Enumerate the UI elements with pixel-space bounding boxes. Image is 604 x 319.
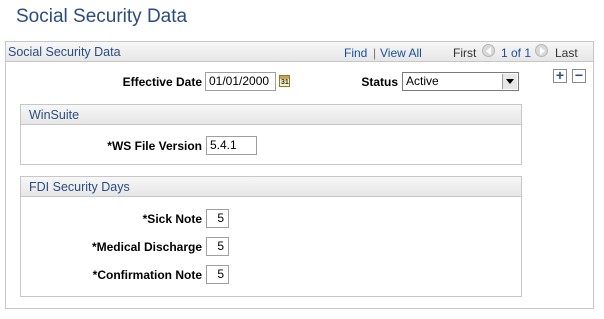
previous-row-icon[interactable]: [482, 44, 495, 57]
delete-row-button[interactable]: −: [572, 68, 586, 83]
medical-discharge-label: *Medical Discharge: [91, 240, 202, 254]
add-row-button[interactable]: +: [553, 68, 567, 83]
status-select[interactable]: Active: [402, 72, 519, 91]
calendar-icon[interactable]: 31: [279, 75, 290, 87]
nav-separator: |: [373, 46, 377, 60]
winsuite-header: WinSuite: [21, 105, 521, 125]
ws-file-version-input[interactable]: 5.4.1: [206, 136, 257, 155]
fdi-security-days-header: FDI Security Days: [21, 177, 521, 197]
row-range-text: 1 of 1: [501, 46, 532, 60]
fdi-security-days-title: FDI Security Days: [29, 180, 130, 194]
fdi-security-days-group: FDI Security Days *Sick Note 5 *Medical …: [20, 176, 522, 297]
next-row-icon[interactable]: [535, 44, 548, 57]
find-link[interactable]: Find: [344, 46, 367, 60]
chevron-down-icon[interactable]: [502, 74, 517, 89]
view-all-link[interactable]: View All: [380, 46, 422, 60]
effective-date-input[interactable]: 01/01/2000: [205, 72, 276, 91]
effective-date-label: Effective Date: [122, 75, 202, 89]
confirmation-note-input[interactable]: 5: [206, 265, 229, 284]
ws-file-version-label: *WS File Version: [107, 139, 202, 153]
winsuite-title: WinSuite: [29, 108, 80, 122]
scroll-area-header: Social Security Data Find | View All Fir…: [6, 42, 593, 62]
last-label: Last: [555, 46, 578, 60]
winsuite-group: WinSuite *WS File Version 5.4.1: [20, 104, 522, 165]
social-security-scroll-area: Social Security Data Find | View All Fir…: [5, 41, 594, 309]
sick-note-label: *Sick Note: [142, 212, 202, 226]
status-selected-value: Active: [406, 74, 439, 88]
first-label: First: [453, 46, 477, 60]
page-title: Social Security Data: [16, 6, 188, 27]
scroll-area-title: Social Security Data: [8, 45, 121, 59]
confirmation-note-label: *Confirmation Note: [92, 268, 202, 282]
status-label: Status: [361, 75, 398, 89]
medical-discharge-input[interactable]: 5: [206, 237, 229, 256]
sick-note-input[interactable]: 5: [206, 209, 229, 228]
